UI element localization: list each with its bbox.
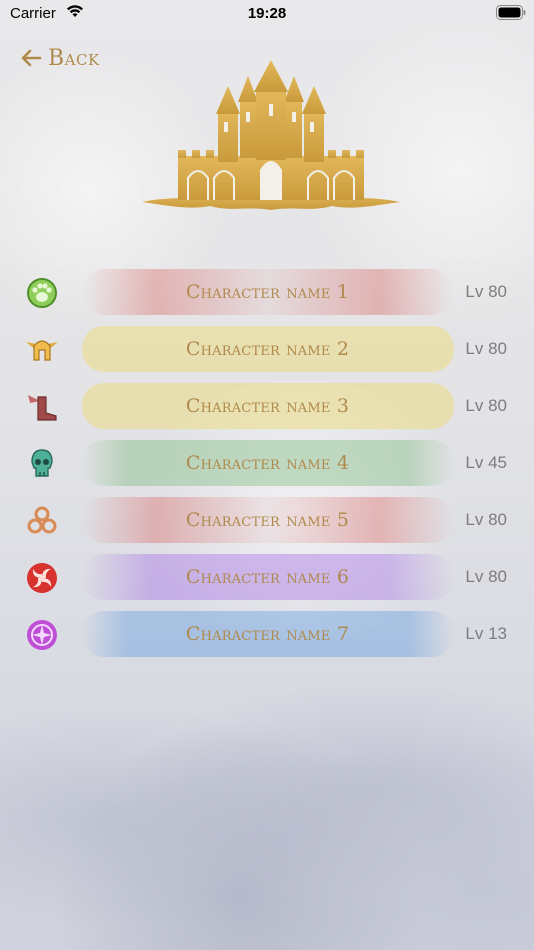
character-name: Character name 1 — [185, 281, 350, 303]
character-row-3[interactable]: Character name 3 Lv 80 — [0, 378, 534, 435]
character-level: Lv 45 — [465, 453, 507, 472]
arrow-left-icon — [21, 49, 42, 67]
winged-helmet-icon — [26, 340, 58, 361]
skull-icon — [31, 449, 53, 477]
back-button[interactable]: Back — [20, 42, 100, 74]
character-row-7[interactable]: Character name 7 Lv 13 — [0, 606, 534, 663]
character-name: Character name 6 — [185, 566, 350, 588]
castle-logo — [142, 60, 400, 210]
winged-boot-icon — [28, 395, 57, 421]
character-level: Lv 80 — [465, 567, 507, 586]
character-level: Lv 80 — [465, 339, 507, 358]
character-name: Character name 5 — [185, 509, 350, 531]
character-row-2[interactable]: Character name 2 Lv 80 — [0, 321, 534, 378]
battery-icon — [496, 5, 526, 20]
character-name: Character name 2 — [185, 338, 350, 360]
triquetra-icon — [27, 506, 57, 534]
character-row-4[interactable]: Character name 4 Lv 45 — [0, 435, 534, 492]
clock-time: 19:28 — [247, 5, 287, 22]
paw-icon — [27, 278, 57, 308]
status-bar: Carrier 19:28 — [0, 0, 534, 30]
character-row-1[interactable]: Character name 1 Lv 80 — [0, 264, 534, 321]
swirl-icon — [27, 563, 57, 593]
character-level: Lv 13 — [465, 624, 507, 643]
character-name: Character name 3 — [185, 395, 350, 417]
arcane-sigil-icon — [27, 620, 57, 650]
back-label: Back — [48, 45, 100, 71]
character-list: Character name 1 Lv 80 Character name 2 … — [0, 264, 534, 663]
character-row-6[interactable]: Character name 6 Lv 80 — [0, 549, 534, 606]
character-row-5[interactable]: Character name 5 Lv 80 — [0, 492, 534, 549]
character-level: Lv 80 — [465, 396, 507, 415]
character-name: Character name 7 — [185, 623, 350, 645]
character-level: Lv 80 — [465, 510, 507, 529]
character-level: Lv 80 — [465, 282, 507, 301]
character-name: Character name 4 — [185, 452, 350, 474]
